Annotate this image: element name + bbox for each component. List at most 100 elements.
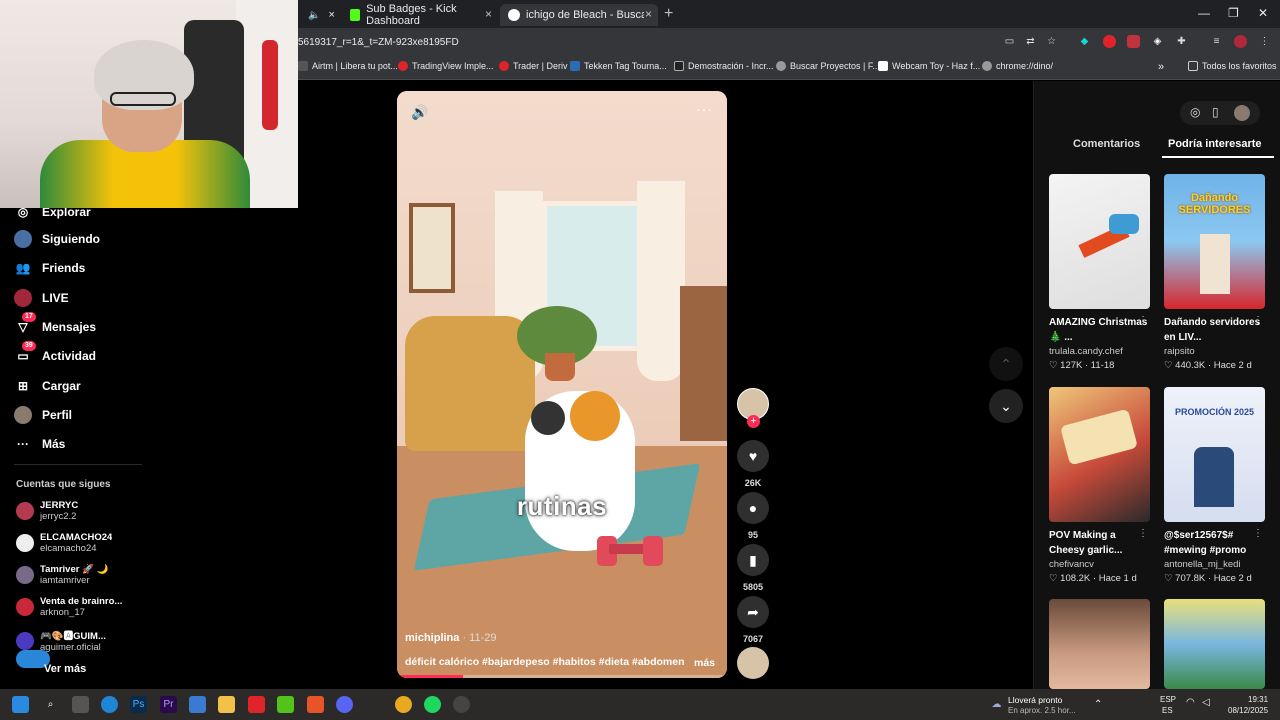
translate-icon[interactable]: ⇄ (1024, 35, 1037, 48)
volume-icon[interactable]: 🔊 (411, 104, 428, 121)
deriv-icon[interactable] (248, 696, 265, 713)
sidebar-item-messages[interactable]: ▽ 17 Mensajes (14, 312, 96, 338)
video-thumbnail[interactable] (1049, 174, 1150, 309)
store-icon[interactable] (189, 696, 206, 713)
bookmark-item[interactable]: Webcam Toy - Haz f... (878, 61, 980, 71)
taskview-icon[interactable] (72, 696, 89, 713)
see-more-link[interactable]: Ver más (44, 663, 86, 675)
card-options-icon[interactable]: ⋮ (1138, 528, 1148, 539)
video-progress-bar[interactable] (397, 675, 727, 678)
suggested-video-card[interactable]: POV Making a Cheesy garlic... chefivancv… (1049, 387, 1150, 584)
minimize-button[interactable]: — (1198, 6, 1210, 20)
bookmarks-more-button[interactable]: » (1158, 61, 1164, 73)
bookmark-star-icon[interactable]: ☆ (1045, 35, 1058, 48)
bookmark-item[interactable]: Tekken Tag Tourna... (570, 61, 667, 71)
suggested-video-card[interactable]: AMAZING Christmas 🎄 ... trulala.candy.ch… (1049, 174, 1150, 371)
bookmark-item[interactable]: Trader | Deriv (499, 61, 568, 71)
next-video-button[interactable]: ⌄ (989, 389, 1023, 423)
sidebar-item-upload[interactable]: ⊞ Cargar (14, 375, 81, 397)
sidebar-item-following[interactable]: Siguiendo (14, 228, 100, 250)
url-field[interactable]: 5619317_r=1&_t=ZM-923xe8195FD (298, 37, 459, 48)
minecraft-icon[interactable] (277, 696, 294, 713)
video-thumbnail[interactable]: PROMOCIÓN 2025 (1164, 387, 1265, 522)
sound-avatar[interactable] (737, 647, 769, 679)
discord-icon[interactable] (336, 696, 353, 713)
sidebar-item-profile[interactable]: Perfil (14, 404, 72, 426)
sidebar-item-more[interactable]: ··· Más (14, 433, 65, 455)
video-thumbnail[interactable] (1164, 599, 1265, 689)
share-icon[interactable]: ➦ (737, 596, 769, 628)
follow-plus-icon[interactable]: + (747, 415, 760, 428)
comment-action[interactable]: ● 95 (737, 492, 769, 540)
tray-chevron-icon[interactable]: ⌃ (1094, 699, 1102, 710)
new-tab-button[interactable]: + (664, 5, 673, 23)
previous-video-button[interactable]: ⌃ (989, 347, 1023, 381)
suggested-video-card[interactable]: PROMOCIÓN 2025 @$ser12567$# #mewing #pro… (1164, 387, 1265, 584)
speaker-icon[interactable]: ◁ (1202, 697, 1210, 708)
tab-kick-dashboard[interactable]: Sub Badges - Kick Dashboard × (342, 3, 498, 27)
profile-avatar[interactable] (1234, 35, 1247, 48)
tab-google-search[interactable]: ichigo de Bleach - Buscar con G × (500, 4, 658, 26)
description-more-button[interactable]: más (694, 657, 715, 669)
bookmark-item[interactable]: TradingView Imple... (398, 61, 494, 71)
profile-avatar[interactable] (1234, 105, 1250, 121)
tab-comments[interactable]: Comentarios (1073, 138, 1140, 150)
video-thumbnail[interactable] (1049, 599, 1150, 689)
bookmark-item[interactable]: chrome://dino/ (982, 61, 1053, 71)
followed-account[interactable]: ELCAMACHO24 elcamacho24 (16, 532, 146, 554)
cast-icon[interactable]: ▭ (1003, 35, 1016, 48)
followed-account[interactable]: JERRYC jerryc2.2 (16, 500, 146, 522)
bookmark-item[interactable]: Airtm | Libera tu pot... (298, 61, 398, 71)
chrome-icon[interactable] (395, 696, 412, 713)
suggested-video-card[interactable]: Dañando SERVIDORES Dañando servidores en… (1164, 174, 1265, 371)
close-window-button[interactable]: ✕ (1258, 6, 1268, 20)
photoshop-icon[interactable]: Ps (130, 696, 147, 713)
card-options-icon[interactable]: ⋮ (1253, 315, 1263, 326)
video-thumbnail[interactable]: Dañando SERVIDORES (1164, 174, 1265, 309)
tab-partial[interactable]: 🔈 × (300, 4, 340, 26)
comment-icon[interactable]: ● (737, 492, 769, 524)
wifi-icon[interactable]: ◠ (1186, 697, 1195, 708)
extension-icon[interactable] (1103, 35, 1116, 48)
sidebar-item-activity[interactable]: ▭ 39 Actividad (14, 341, 96, 367)
compass-icon[interactable]: ◎ (1190, 105, 1200, 119)
like-action[interactable]: ♥ 26K (737, 440, 769, 488)
maximize-button[interactable]: ❐ (1228, 6, 1239, 20)
extension-icon[interactable] (1127, 35, 1140, 48)
search-icon[interactable]: ⌕ (42, 696, 59, 713)
followed-account[interactable]: Tamriver 🚀 🌙 iamtamriver (16, 564, 146, 586)
video-options-icon[interactable]: ··· (696, 101, 713, 117)
extension-icon[interactable]: ◆ (1078, 35, 1091, 48)
sidebar-item-live[interactable]: LIVE (14, 287, 69, 309)
puzzle-icon[interactable]: ✚ (1175, 35, 1188, 48)
windows-start-icon[interactable] (12, 696, 29, 713)
tab-suggested[interactable]: Podría interesarte (1168, 138, 1262, 150)
suggested-video-card[interactable] (1049, 599, 1150, 689)
menu-icon[interactable]: ⋮ (1258, 35, 1271, 48)
bookmark-item[interactable]: Buscar Proyectos | F... (776, 61, 880, 71)
folder-icon[interactable] (218, 696, 235, 713)
video-author[interactable]: michiplina · 11-29 (405, 632, 497, 644)
all-bookmarks-button[interactable]: Todos los favoritos (1188, 61, 1277, 71)
suggested-video-card[interactable] (1164, 599, 1265, 689)
obs-icon[interactable] (453, 696, 470, 713)
followed-account[interactable]: Venta de brainro... arknon_17 (16, 596, 146, 618)
share-action[interactable]: ➦ 7067 (737, 596, 769, 644)
language-indicator[interactable]: ESP (1160, 695, 1176, 704)
tab-close-icon[interactable]: × (328, 9, 334, 21)
spotify-icon[interactable] (424, 696, 441, 713)
tab-close-icon[interactable]: × (645, 7, 652, 21)
premiere-icon[interactable]: Pr (160, 696, 177, 713)
tab-search-icon[interactable]: ≡ (1210, 35, 1223, 48)
card-options-icon[interactable]: ⋮ (1253, 528, 1263, 539)
video-player[interactable]: rutinas 🔊 ··· michiplina · 11-29 déficit… (397, 91, 727, 678)
tab-close-icon[interactable]: × (485, 7, 492, 21)
save-action[interactable]: ▮ 5805 (737, 544, 769, 592)
bookmark-icon[interactable]: ▮ (737, 544, 769, 576)
brave-icon[interactable] (307, 696, 324, 713)
extension-icon[interactable]: ◈ (1151, 35, 1164, 48)
sidebar-item-friends[interactable]: 👥 Friends (14, 257, 86, 279)
clock-time[interactable]: 19:31 (1248, 695, 1268, 704)
edge-icon[interactable] (101, 696, 118, 713)
device-icon[interactable]: ▯ (1212, 105, 1219, 119)
